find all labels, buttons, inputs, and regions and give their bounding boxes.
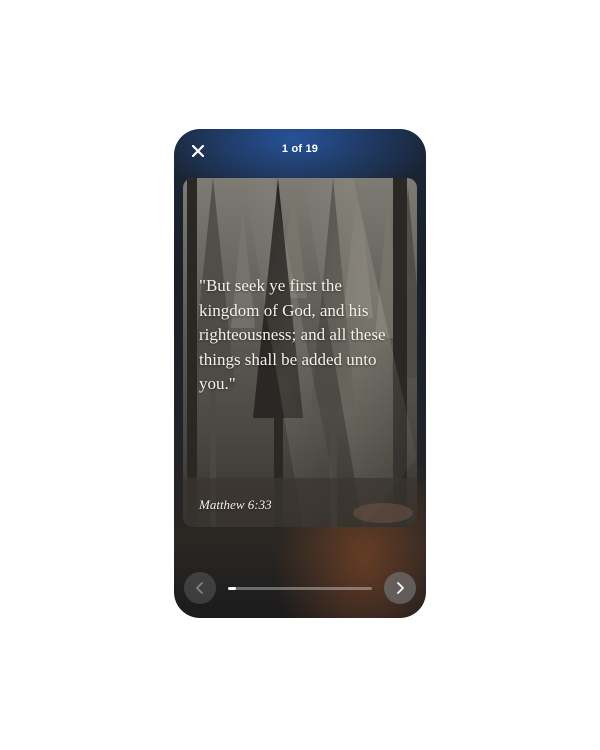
- progress-bar-fill: [228, 587, 236, 590]
- verse-card: "But seek ye first the kingdom of God, a…: [183, 178, 417, 527]
- verse-reference: Matthew 6:33: [199, 497, 272, 512]
- chevron-right-icon: [397, 582, 404, 594]
- slide-counter: 1 of 19: [281, 143, 319, 155]
- chevron-left-icon: [196, 582, 203, 594]
- story-viewer: 1 of 19 "But seek ye first the kingdom o…: [174, 129, 426, 618]
- next-button[interactable]: [384, 572, 416, 604]
- previous-button[interactable]: [184, 572, 216, 604]
- progress-bar: [228, 587, 372, 590]
- verse-text: "But seek ye first the kingdom of God, a…: [199, 276, 386, 393]
